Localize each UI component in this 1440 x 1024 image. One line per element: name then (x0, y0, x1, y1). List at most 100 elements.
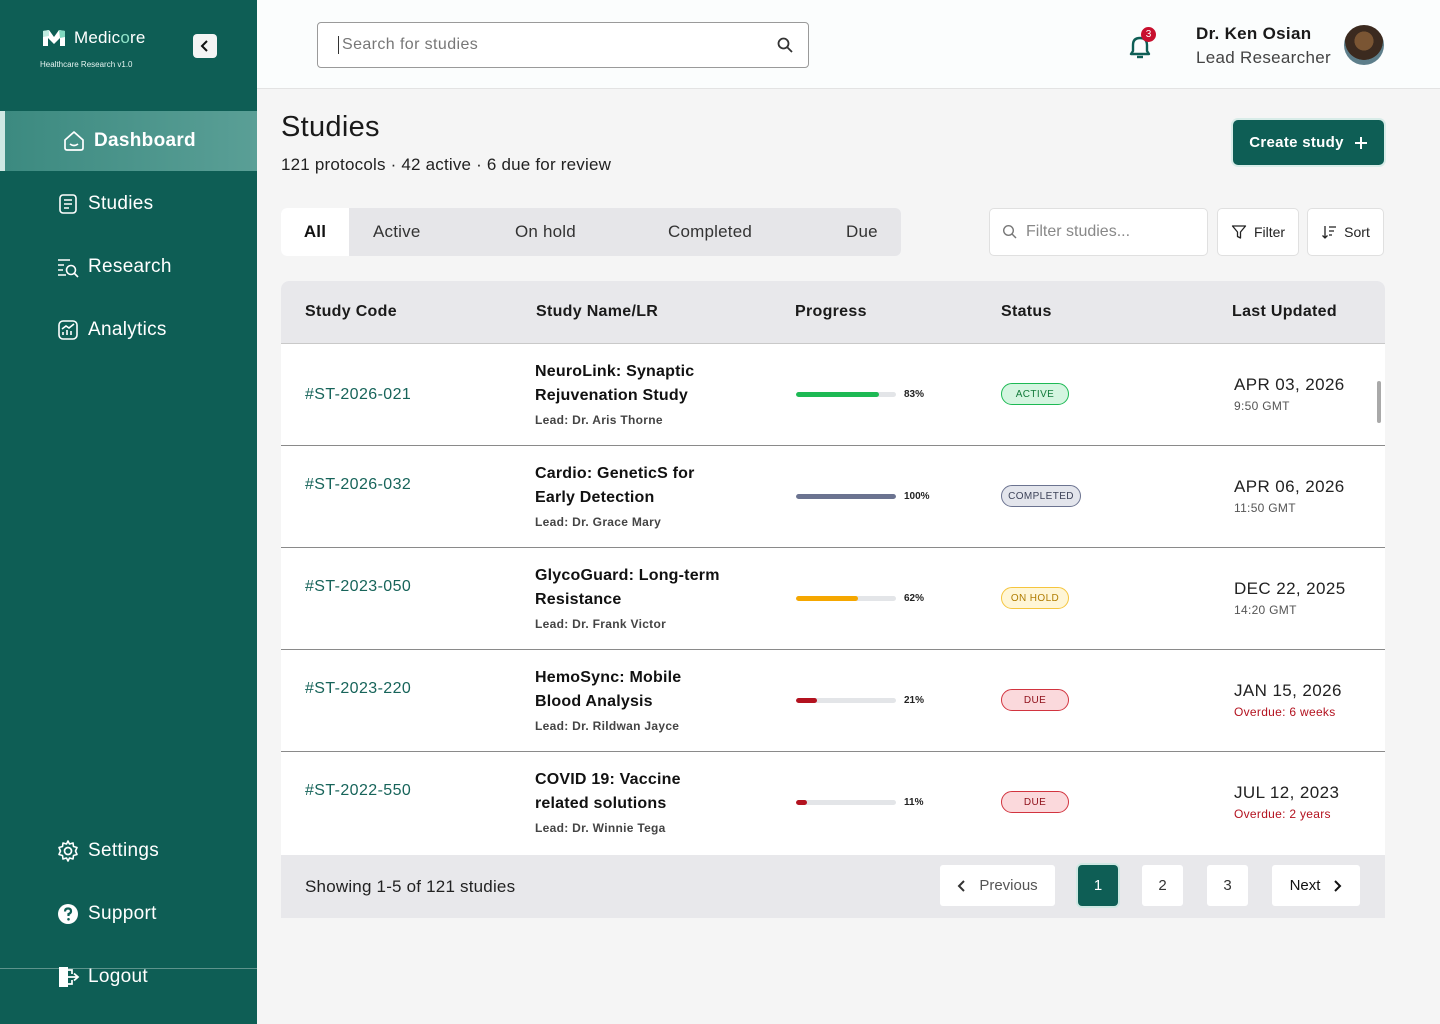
sidebar-item-label: Logout (88, 966, 148, 987)
header-study-name[interactable]: Study Name/LR (536, 303, 658, 321)
header-status[interactable]: Status (1001, 303, 1052, 321)
user-name: Dr. Ken Osian (1196, 24, 1312, 43)
search-input[interactable] (338, 36, 776, 54)
collapse-sidebar-button[interactable] (193, 34, 217, 58)
sidebar-item-label: Analytics (88, 319, 167, 340)
sort-icon (1322, 226, 1337, 239)
avatar[interactable] (1344, 25, 1384, 65)
updated-date: APR 06, 2026 (1234, 477, 1345, 496)
sidebar-item-label: Settings (88, 840, 160, 861)
tab-completed[interactable]: Completed (668, 208, 752, 256)
search-icon (1002, 224, 1017, 239)
previous-label: Previous (979, 877, 1038, 894)
tab-active[interactable]: Active (373, 208, 421, 256)
notification-badge: 3 (1141, 27, 1156, 42)
progress-fill (796, 800, 807, 805)
updated-date: JUL 12, 2023 (1234, 783, 1340, 802)
status-badge: ACTIVE (1001, 383, 1069, 405)
sidebar-item-studies[interactable]: Studies (0, 174, 257, 234)
page-title: Studies (281, 111, 380, 143)
study-code-link[interactable]: #ST-2022-550 (305, 782, 411, 800)
sidebar: Medicore Healthcare Research v1.0 Dashbo… (0, 0, 257, 1024)
tab-on-hold[interactable]: On hold (515, 208, 576, 256)
pagination-bar: Showing 1-5 of 121 studies Previous 1 2 … (281, 855, 1385, 918)
study-name: NeuroLink: Synaptic Rejuvenation Study (535, 363, 695, 404)
progress-fill (796, 494, 896, 499)
status-badge: DUE (1001, 689, 1069, 711)
filter-input[interactable] (1026, 223, 1196, 241)
sidebar-item-analytics[interactable]: Analytics (0, 300, 257, 360)
study-lead: Lead: Dr. Rildwan Jayce (535, 719, 680, 733)
progress-bar (796, 392, 896, 397)
study-lead: Lead: Dr. Aris Thorne (535, 413, 663, 427)
brand-subtitle: Healthcare Research v1.0 (40, 60, 133, 69)
study-lead: Lead: Dr. Grace Mary (535, 515, 662, 529)
table-row[interactable]: #ST-2026-021 NeuroLink: Synaptic Rejuven… (281, 344, 1385, 446)
tab-all[interactable]: All (281, 208, 349, 256)
sort-button[interactable]: Sort (1307, 208, 1384, 256)
table-row[interactable]: #ST-2026-032 Cardio: GeneticS for Early … (281, 446, 1385, 548)
sort-label: Sort (1344, 224, 1370, 240)
progress-value: 11% (904, 797, 924, 808)
progress-fill (796, 596, 858, 601)
header-last-updated[interactable]: Last Updated (1232, 303, 1337, 321)
help-icon (56, 902, 80, 926)
table-row[interactable]: #ST-2022-550 COVID 19: Vaccine related s… (281, 752, 1385, 854)
search-list-icon (56, 255, 80, 279)
sidebar-item-settings[interactable]: Settings (0, 821, 257, 881)
chevron-right-icon (1334, 879, 1342, 892)
filter-icon (1231, 225, 1247, 239)
search-icon[interactable] (776, 36, 794, 54)
table-row[interactable]: #ST-2023-220 HemoSync: Mobile Blood Anal… (281, 650, 1385, 752)
table-header: Study Code Study Name/LR Progress Status… (281, 281, 1385, 344)
brand: Medicore Healthcare Research v1.0 (40, 26, 146, 69)
table-row[interactable]: #ST-2023-050 GlycoGuard: Long-term Resis… (281, 548, 1385, 650)
next-button[interactable]: Next (1272, 865, 1360, 906)
create-study-button[interactable]: Create study (1233, 120, 1384, 165)
progress-bar (796, 800, 896, 805)
progress-bar (796, 698, 896, 703)
medicore-logo-icon (43, 30, 65, 46)
sidebar-item-research[interactable]: Research (0, 237, 257, 297)
sidebar-item-support[interactable]: Support (0, 884, 257, 944)
logout-icon (56, 965, 80, 989)
table-scrollbar[interactable] (1377, 381, 1381, 423)
sidebar-item-dashboard[interactable]: Dashboard (0, 111, 257, 171)
top-bar: 3 Dr. Ken Osian Lead Researcher (257, 0, 1440, 89)
page-3-button[interactable]: 3 (1207, 865, 1248, 906)
progress-value: 100% (904, 491, 930, 502)
page-2-button[interactable]: 2 (1142, 865, 1183, 906)
chart-icon (56, 318, 80, 342)
progress-value: 83% (904, 389, 925, 400)
study-code-link[interactable]: #ST-2026-032 (305, 476, 411, 494)
sidebar-item-logout[interactable]: Logout (0, 947, 257, 1007)
updated-date: APR 03, 2026 (1234, 375, 1345, 394)
updated-time: 9:50 GMT (1234, 399, 1290, 413)
brand-name: Medicore (74, 28, 146, 47)
updated-time: 14:20 GMT (1234, 603, 1297, 617)
progress-bar (796, 494, 896, 499)
next-label: Next (1289, 877, 1321, 894)
chevron-left-icon (957, 879, 966, 892)
study-code-link[interactable]: #ST-2023-220 (305, 680, 411, 698)
progress-fill (796, 392, 879, 397)
plus-icon (1354, 136, 1367, 149)
previous-button[interactable]: Previous (940, 865, 1055, 906)
header-study-code[interactable]: Study Code (305, 303, 397, 321)
page-1-button[interactable]: 1 (1078, 865, 1118, 906)
tab-due[interactable]: Due (846, 208, 878, 256)
study-name: Cardio: GeneticS for Early Detection (535, 465, 695, 506)
filter-box (989, 208, 1208, 256)
status-badge: ON HOLD (1001, 587, 1069, 609)
updated-time: Overdue: 6 weeks (1234, 705, 1336, 719)
filter-button[interactable]: Filter (1217, 208, 1299, 256)
updated-time: 11:50 GMT (1234, 501, 1296, 515)
study-code-link[interactable]: #ST-2026-021 (305, 386, 411, 404)
study-name: COVID 19: Vaccine related solutions (535, 771, 681, 812)
gear-icon (56, 839, 80, 863)
header-progress[interactable]: Progress (795, 303, 867, 321)
search-box (317, 22, 809, 68)
study-code-link[interactable]: #ST-2023-050 (305, 578, 411, 596)
showing-count: Showing 1-5 of 121 studies (305, 877, 516, 896)
updated-date: JAN 15, 2026 (1234, 681, 1342, 700)
